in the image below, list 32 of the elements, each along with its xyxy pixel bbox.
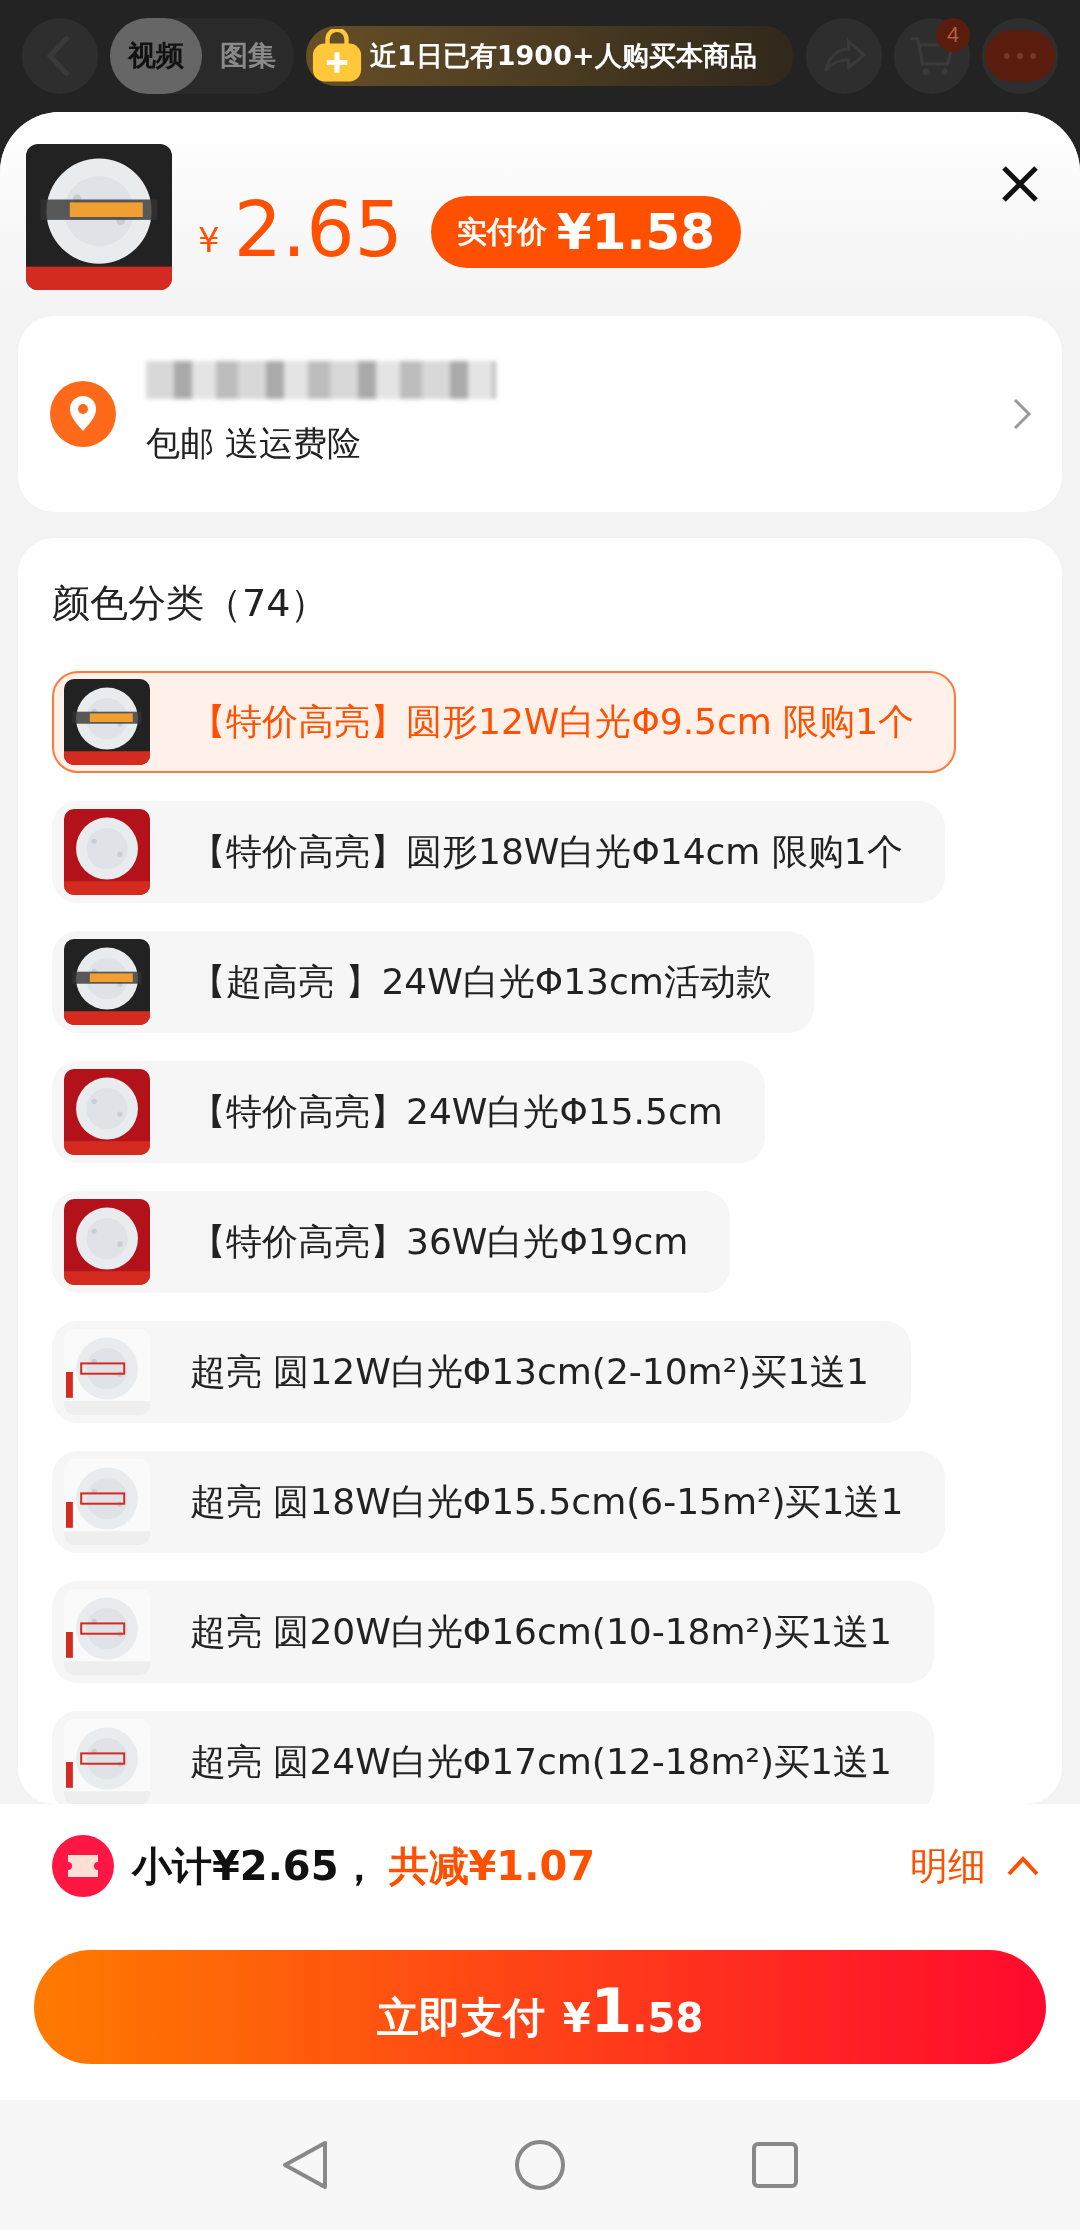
square-icon	[751, 2141, 799, 2189]
more-icon	[985, 30, 1055, 82]
cart-badge: 4	[936, 18, 970, 52]
pay-button[interactable]: 立即支付 ¥1.58	[34, 1950, 1046, 2064]
option-item[interactable]: 【特价高亮】圆形18W白光Φ14cm 限购1个	[52, 801, 945, 903]
option-item[interactable]: 超亮 圆18W白光Φ15.5cm(6-15m²)买1送1	[52, 1451, 946, 1553]
option-item[interactable]: 【特价高亮】36W白光Φ19cm	[52, 1191, 731, 1293]
option-item[interactable]: 超亮 圆12W白光Φ13cm(2-10m²)买1送1	[52, 1321, 911, 1423]
recents-nav-button[interactable]	[751, 2141, 799, 2189]
subtotal-text: 小计¥2.65，	[132, 1841, 379, 1891]
home-nav-button[interactable]	[514, 2139, 566, 2191]
chevron-right-icon	[1012, 397, 1032, 431]
location-pin-icon	[50, 381, 116, 447]
back-nav-button[interactable]	[281, 2139, 329, 2191]
option-item[interactable]: 超亮 圆24W白光Φ17cm(12-18m²)买1送1	[52, 1711, 934, 1804]
address-card[interactable]: 包邮 送运费险	[18, 316, 1062, 512]
triangle-icon	[281, 2139, 329, 2191]
option-item[interactable]: 【超高亮 】24W白光Φ13cm活动款	[52, 931, 814, 1033]
discount-text: 共减¥1.07	[388, 1841, 596, 1891]
chevron-up-icon	[1006, 1855, 1040, 1877]
circle-icon	[514, 2139, 566, 2191]
coupon-icon	[52, 1835, 114, 1897]
option-item[interactable]: 【特价高亮】24W白光Φ15.5cm	[52, 1061, 765, 1163]
banner-text: 近1日已有1900+人购买本商品	[370, 39, 757, 73]
tab[interactable]: 图集	[202, 18, 294, 94]
section-title: 颜色分类（74）	[52, 580, 330, 627]
shipping-info: 包邮 送运费险	[146, 422, 362, 465]
currency-symbol: ¥	[198, 220, 220, 260]
close-icon	[1000, 164, 1040, 204]
product-price: 2.65	[233, 192, 403, 268]
shopping-bag-icon	[310, 29, 364, 83]
option-item[interactable]: 超亮 圆20W白光Φ16cm(10-18m²)买1送1	[52, 1581, 934, 1683]
